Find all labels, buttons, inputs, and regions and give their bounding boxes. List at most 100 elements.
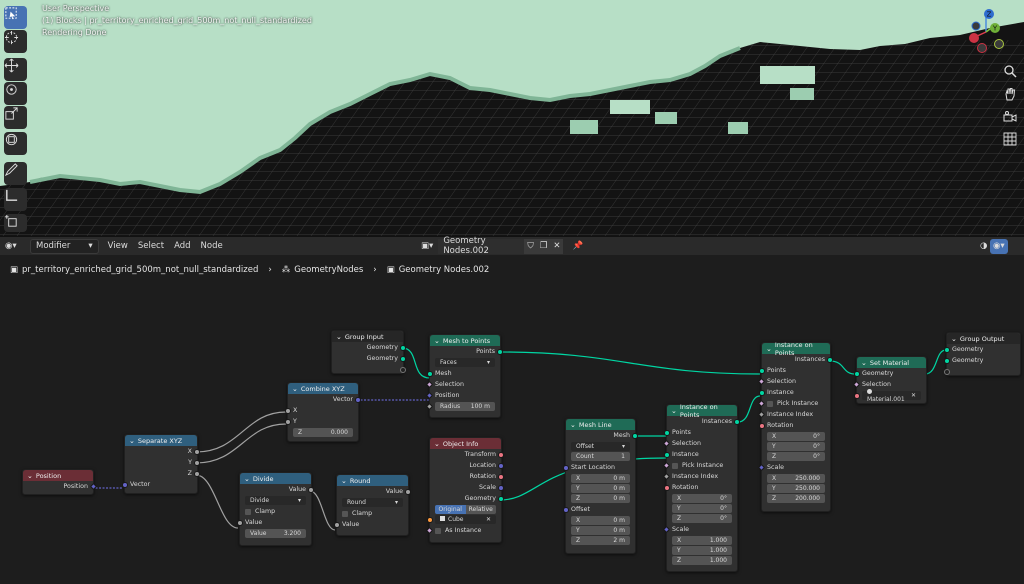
operation-dropdown[interactable]: Round ▾ bbox=[342, 498, 403, 507]
geometry-socket[interactable] bbox=[944, 346, 950, 353]
object-field[interactable]: Cube ✕ bbox=[427, 515, 496, 524]
geometry-socket[interactable] bbox=[759, 389, 765, 396]
empty-socket[interactable] bbox=[944, 368, 950, 375]
node-group-input[interactable]: Group Input Geometry Geometry bbox=[331, 330, 406, 374]
node-round[interactable]: Round Value Round▾ Clamp Value bbox=[334, 474, 411, 536]
vector-socket[interactable] bbox=[122, 481, 128, 488]
float-socket[interactable] bbox=[194, 448, 200, 455]
scale-y-field[interactable]: Y 250.000 bbox=[767, 484, 825, 493]
float-socket[interactable] bbox=[405, 488, 411, 495]
node-object-info[interactable]: Object Info Transform Location Rotation … bbox=[425, 437, 504, 543]
rotation-socket[interactable] bbox=[664, 484, 670, 491]
vector-socket[interactable] bbox=[498, 484, 504, 491]
float-socket[interactable] bbox=[194, 459, 200, 466]
rotation-z-field[interactable]: Z 0° bbox=[767, 452, 825, 461]
geometry-socket[interactable] bbox=[854, 370, 860, 377]
rotation-x-field[interactable]: X 0° bbox=[672, 494, 732, 503]
empty-socket[interactable] bbox=[400, 366, 406, 373]
node-position[interactable]: Position Position bbox=[22, 469, 98, 495]
material-field[interactable]: Material.001 ✕ bbox=[854, 388, 921, 403]
geometry-socket[interactable] bbox=[664, 429, 670, 436]
node-mesh-to-points[interactable]: Mesh to Points Points Faces▾ Mesh Select… bbox=[425, 334, 503, 418]
original-button[interactable]: Original bbox=[435, 505, 466, 514]
relative-button[interactable]: Relative bbox=[465, 505, 496, 514]
object-socket[interactable] bbox=[427, 516, 433, 523]
geometry-socket[interactable] bbox=[498, 495, 504, 502]
float-socket[interactable] bbox=[308, 486, 314, 493]
geometry-socket[interactable] bbox=[497, 348, 503, 355]
socket-rotation: Rotation bbox=[430, 471, 504, 482]
vector-socket[interactable] bbox=[563, 464, 569, 471]
start-y-field[interactable]: Y0 m bbox=[571, 484, 630, 493]
geometry-socket[interactable] bbox=[734, 418, 740, 425]
node-separate-xyz[interactable]: Separate XYZ X Y Z Vector bbox=[122, 434, 200, 494]
mode-dropdown[interactable]: Faces ▾ bbox=[435, 358, 495, 367]
value-field[interactable]: Value 3.200 bbox=[245, 529, 306, 538]
scale-z-field[interactable]: Z 1.000 bbox=[672, 556, 732, 565]
node-group-output[interactable]: Group Output Geometry Geometry bbox=[944, 332, 1021, 377]
node-title: Object Info bbox=[430, 438, 501, 449]
mode-dropdown[interactable]: Offset ▾ bbox=[571, 442, 630, 451]
scale-x-field[interactable]: X 1.000 bbox=[672, 536, 732, 545]
geometry-socket[interactable] bbox=[827, 356, 833, 363]
offset-x-field[interactable]: X0 m bbox=[571, 516, 630, 525]
socket-empty bbox=[944, 366, 1020, 377]
rotation-y-field[interactable]: Y 0° bbox=[767, 442, 825, 451]
socket-y: Y bbox=[125, 457, 200, 468]
close-icon[interactable]: ✕ bbox=[486, 516, 491, 523]
rotation-x-field[interactable]: X 0° bbox=[767, 432, 825, 441]
scale-z-field[interactable]: Z 200.000 bbox=[767, 494, 825, 503]
float-socket[interactable] bbox=[194, 470, 200, 477]
float-socket[interactable] bbox=[237, 519, 243, 526]
clamp-checkbox[interactable]: Clamp bbox=[240, 506, 311, 517]
count-field[interactable]: Count 1 bbox=[571, 452, 630, 461]
start-x-field[interactable]: X0 m bbox=[571, 474, 630, 483]
vector-socket[interactable] bbox=[563, 506, 569, 513]
close-icon[interactable]: ✕ bbox=[911, 392, 916, 399]
vector-socket[interactable] bbox=[498, 462, 504, 469]
node-combine-xyz[interactable]: Combine XYZ Vector X Y Z0.000 bbox=[285, 382, 361, 442]
rotation-socket[interactable] bbox=[759, 422, 765, 429]
socket-vector-in: Vector bbox=[122, 479, 197, 490]
scale-y-field[interactable]: Y 1.000 bbox=[672, 546, 732, 555]
socket-instances-out: Instances bbox=[762, 354, 833, 365]
node-divide[interactable]: Divide Value Divide▾ Clamp Value Value3.… bbox=[237, 472, 314, 546]
node-instance-on-points-1[interactable]: Instance on Points Instances Points Sele… bbox=[662, 403, 740, 572]
operation-dropdown[interactable]: Divide ▾ bbox=[245, 496, 306, 505]
scale-x-field[interactable]: X 250.000 bbox=[767, 474, 825, 483]
float-socket[interactable] bbox=[425, 402, 434, 410]
node-title: Group Input bbox=[332, 331, 403, 342]
rotation-y-field[interactable]: Y 0° bbox=[672, 504, 732, 513]
geometry-socket[interactable] bbox=[664, 451, 670, 458]
as-instance-checkbox[interactable]: As Instance bbox=[425, 525, 501, 536]
space-toggle[interactable]: Original Relative bbox=[435, 505, 496, 514]
geometry-socket[interactable] bbox=[632, 432, 638, 439]
z-field[interactable]: Z 0.000 bbox=[293, 428, 353, 437]
clamp-checkbox[interactable]: Clamp bbox=[337, 508, 408, 519]
geometry-socket[interactable] bbox=[944, 357, 950, 364]
matrix-socket[interactable] bbox=[498, 451, 504, 458]
start-z-field[interactable]: Z0 m bbox=[571, 494, 630, 503]
node-title: Instance on Points bbox=[762, 341, 830, 357]
float-socket[interactable] bbox=[334, 521, 340, 528]
socket-rotation: Rotation bbox=[759, 420, 830, 431]
geometry-socket[interactable] bbox=[427, 370, 433, 377]
float-socket[interactable] bbox=[285, 407, 291, 414]
node-mesh-line[interactable]: Mesh Line Mesh Offset▾ Count1 Start Loca… bbox=[563, 418, 638, 554]
offset-z-field[interactable]: Z2 m bbox=[571, 536, 630, 545]
radius-field[interactable]: Radius 100 m bbox=[425, 402, 495, 411]
geometry-socket[interactable] bbox=[400, 355, 406, 362]
float-socket[interactable] bbox=[285, 418, 291, 425]
material-socket[interactable] bbox=[854, 392, 860, 399]
rotation-z-field[interactable]: Z 0° bbox=[672, 514, 732, 523]
geometry-socket[interactable] bbox=[759, 367, 765, 374]
node-set-material[interactable]: Set Material Geometry Selection Material… bbox=[852, 356, 927, 404]
geometry-socket[interactable] bbox=[400, 344, 406, 351]
pick-instance-checkbox[interactable]: Pick Instance bbox=[662, 460, 737, 471]
vector-socket[interactable] bbox=[355, 396, 361, 403]
node-instance-on-points-2[interactable]: Instance on Points Instances Points Sele… bbox=[757, 341, 833, 512]
offset-y-field[interactable]: Y0 m bbox=[571, 526, 630, 535]
pick-instance-checkbox[interactable]: Pick Instance bbox=[757, 398, 830, 409]
rotation-socket[interactable] bbox=[498, 473, 504, 480]
node-title: Set Material bbox=[857, 357, 926, 368]
